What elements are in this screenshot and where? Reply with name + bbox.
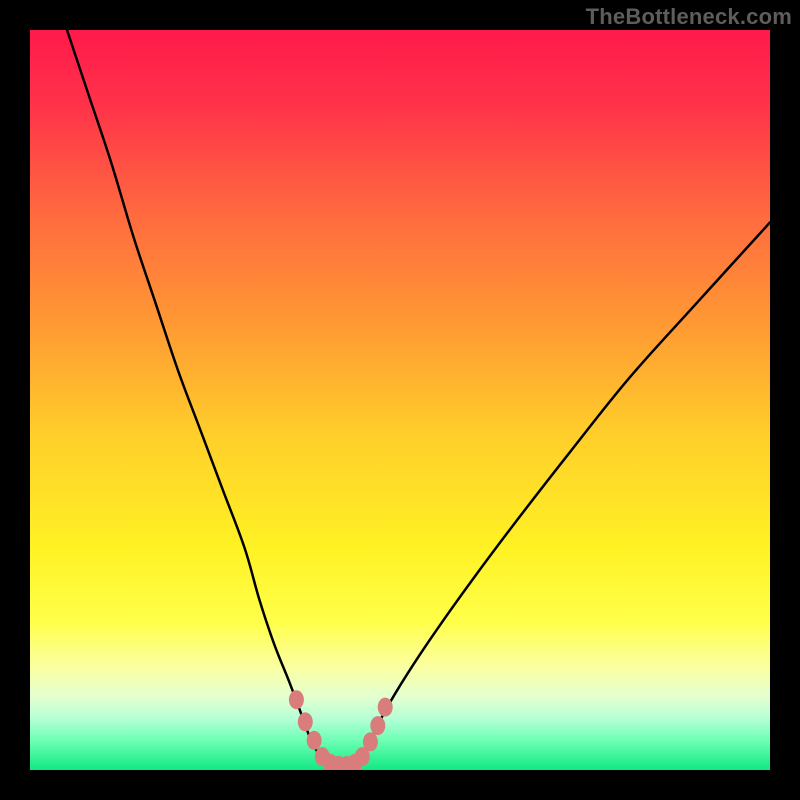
- chart-frame: TheBottleneck.com: [0, 0, 800, 800]
- plot-area: [30, 30, 770, 770]
- curve-layer: [30, 30, 770, 770]
- marker-point: [378, 698, 393, 717]
- highlight-markers: [289, 690, 393, 770]
- marker-point: [298, 712, 313, 731]
- watermark-text: TheBottleneck.com: [586, 4, 792, 30]
- marker-point: [307, 731, 322, 750]
- marker-point: [289, 690, 304, 709]
- bottleneck-curve: [67, 30, 770, 767]
- marker-point: [363, 732, 378, 751]
- marker-point: [370, 716, 385, 735]
